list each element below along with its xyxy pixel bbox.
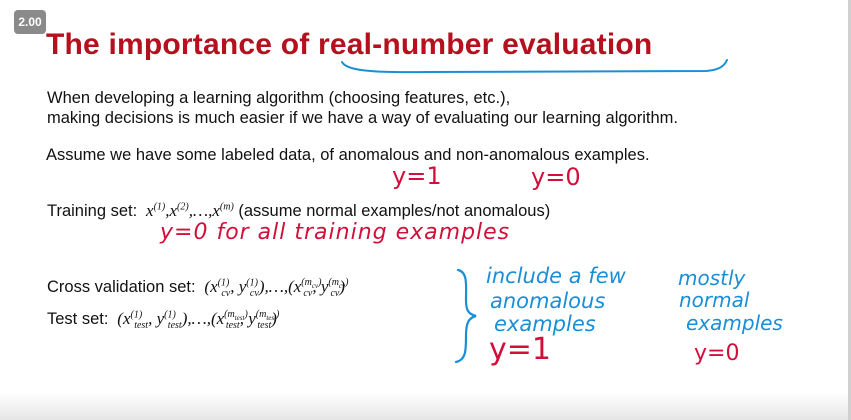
annotation-anomalous: anomalous xyxy=(490,289,606,313)
annotation-mostly: mostly xyxy=(678,266,746,290)
intro-line-2: making decisions is much easier if we ha… xyxy=(47,109,678,127)
annotation-y1: y=1 xyxy=(392,162,442,190)
test-set-math: (x(1)test, y(1)test),…,(x(mtest)test, y(… xyxy=(113,309,280,332)
video-controls-shadow xyxy=(0,392,851,420)
training-set-math: x(1),x(2),…,x(m) xyxy=(141,201,234,220)
intro-line-1: When developing a learning algorithm (ch… xyxy=(47,89,511,107)
test-set-line: Test set: (x(1)test, y(1)test),…,(x(mtes… xyxy=(47,309,280,332)
annotation-y0-bottom: y=0 xyxy=(694,341,740,366)
test-set-label: Test set: xyxy=(47,310,109,328)
cv-set-label: Cross validation set: xyxy=(47,278,196,296)
training-set-line: Training set: x(1),x(2),…,x(m) (assume n… xyxy=(47,201,550,221)
annotation-examples-2: examples xyxy=(686,311,783,335)
title-underline xyxy=(341,59,728,74)
cv-set-line: Cross validation set: (x(1)cv, y(1)cv),…… xyxy=(47,277,349,300)
training-set-label: Training set: xyxy=(47,202,138,220)
training-set-note: (assume normal examples/not anomalous) xyxy=(238,202,551,220)
annotation-include: include a few xyxy=(486,264,626,288)
slide: 2.00 The importance of real-number evalu… xyxy=(0,0,851,420)
annotation-training-y0: y=0 for all training examples xyxy=(160,220,511,245)
cv-set-math: (x(1)cv, y(1)cv),…,(x(mcv)cv, y(mcv)cv) xyxy=(200,277,349,300)
annotation-normal: normal xyxy=(679,288,750,312)
annotation-y1-bottom: y=1 xyxy=(489,332,551,367)
brace-icon xyxy=(454,268,477,364)
playback-speed-badge[interactable]: 2.00 xyxy=(14,10,46,34)
annotation-y0: y=0 xyxy=(531,163,581,191)
